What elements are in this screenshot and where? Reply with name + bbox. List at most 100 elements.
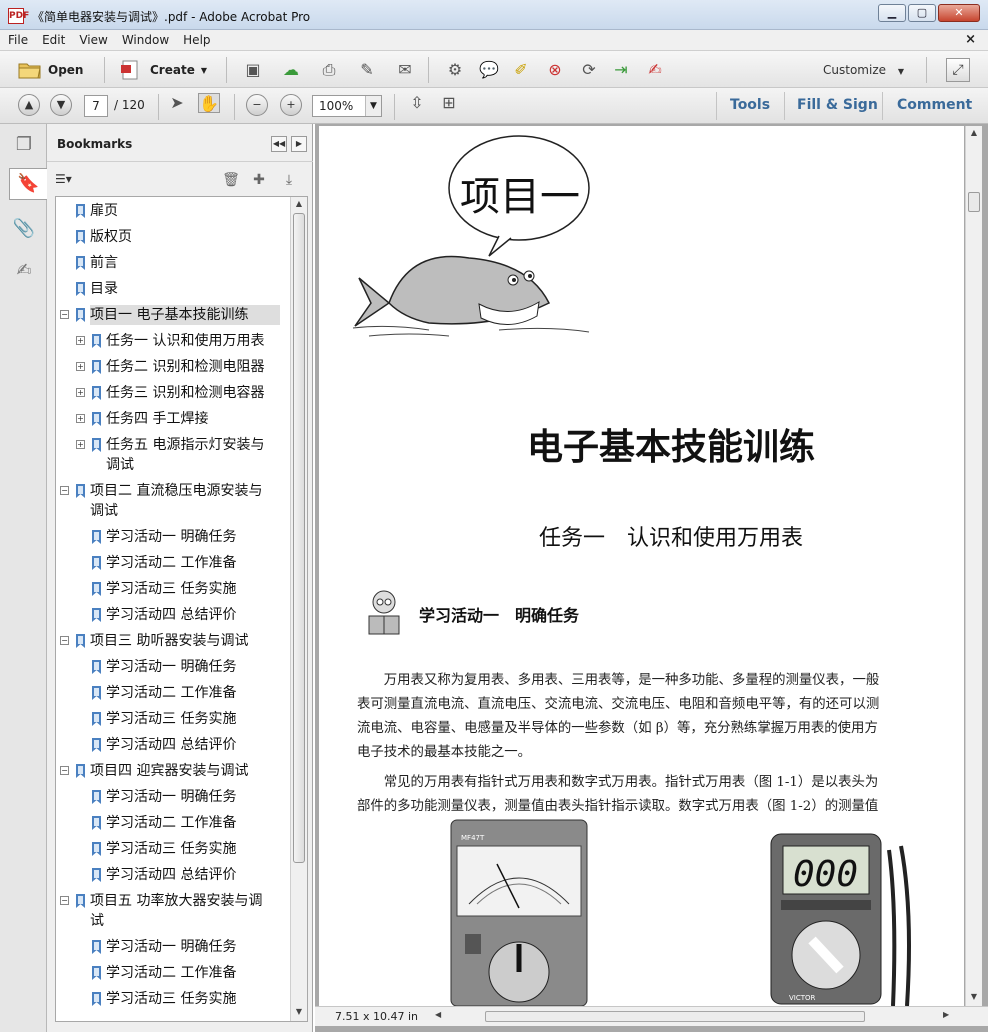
zoom-level-select[interactable]: 100% ▼ (312, 95, 382, 117)
bookmark-icon (76, 484, 85, 498)
collapse-node-icon[interactable]: − (60, 486, 69, 495)
fill-sign-pane-button[interactable]: Fill & Sign (797, 97, 878, 113)
bookmarks-scroll-thumb[interactable] (293, 213, 305, 863)
highlight-icon[interactable]: ✐ (510, 60, 532, 80)
doc-scroll-thumb[interactable] (968, 192, 980, 212)
menu-edit[interactable]: Edit (42, 33, 65, 47)
bookmark-icon (92, 360, 101, 374)
menu-view[interactable]: View (79, 33, 107, 47)
bookmark-icon (92, 842, 101, 856)
expand-node-icon[interactable]: + (76, 440, 85, 449)
save-icon[interactable]: ▣ (242, 60, 264, 80)
zoom-dropdown-icon[interactable]: ▼ (365, 96, 381, 116)
main-toolbar: Open Create ▼ ▣ ☁ ⎙ ✎ ✉ ⚙ 💬 ✐ ⊗ ⟳ ⇥ ✍ Cu… (0, 50, 988, 88)
zoom-in-button[interactable]: + (280, 94, 302, 116)
doc-scroll-up-icon[interactable]: ▲ (966, 126, 982, 140)
bookmark-label: 学习活动三 任务实施 (106, 581, 237, 597)
h-scroll-left-icon[interactable]: ◀ (435, 1010, 441, 1019)
bookmark-label: 版权页 (90, 229, 132, 245)
bookmark-icon (76, 256, 85, 270)
open-button[interactable]: Open (18, 58, 83, 82)
delete-bookmark-icon[interactable]: 🗑 (221, 170, 241, 190)
collapse-node-icon[interactable]: − (60, 896, 69, 905)
collapse-node-icon[interactable]: − (60, 310, 69, 319)
bookmark-icon (92, 334, 101, 348)
bookmark-options-menu-icon[interactable]: ☰▾ (55, 172, 72, 186)
page-number-input[interactable]: 7 (84, 95, 108, 117)
bookmark-icon (92, 816, 101, 830)
previous-page-button[interactable]: ▲ (18, 94, 40, 116)
close-window-button[interactable]: ✕ (938, 4, 980, 22)
fit-page-icon[interactable]: ⇳ (406, 93, 428, 113)
bookmark-icon (92, 412, 101, 426)
analog-multimeter-photo: MF47T (450, 819, 588, 1006)
comment-pane-button[interactable]: Comment (897, 97, 972, 113)
bookmark-label-continued: 调试 (90, 503, 118, 519)
bookmarks-panel-icon[interactable]: 🔖 (9, 168, 47, 200)
sign-icon[interactable]: ✍ (644, 60, 666, 80)
scroll-down-arrow-icon[interactable]: ▼ (291, 1005, 307, 1019)
close-document-icon[interactable]: × (965, 32, 976, 47)
customize-dropdown[interactable]: Customize ▼ (823, 63, 904, 77)
print-icon[interactable]: ⎙ (318, 60, 340, 80)
export-icon[interactable]: ⇥ (610, 60, 632, 80)
tools-pane-button[interactable]: Tools (730, 97, 770, 113)
h-scroll-right-icon[interactable]: ▶ (943, 1010, 949, 1019)
attachments-paperclip-icon[interactable]: 📎 (9, 214, 39, 246)
bookmark-label: 任务五 电源指示灯安装与 (106, 437, 265, 453)
bookmark-icon (92, 712, 101, 726)
cloud-upload-icon[interactable]: ☁ (280, 60, 302, 80)
next-page-button[interactable]: ▼ (50, 94, 72, 116)
doc-scroll-down-icon[interactable]: ▼ (966, 990, 982, 1004)
fit-width-icon[interactable]: ⊞ (438, 93, 460, 113)
collapse-panel-icon[interactable]: ◀◀ (271, 136, 287, 152)
create-button[interactable]: Create ▼ (120, 58, 207, 82)
hand-tool-icon[interactable]: ✋ (198, 93, 220, 113)
expand-node-icon[interactable]: + (76, 414, 85, 423)
sticky-note-icon[interactable]: 💬 (478, 60, 500, 80)
page-thumbnails-icon[interactable]: ❐ (9, 130, 39, 162)
signatures-icon[interactable]: ✍ (9, 256, 39, 288)
fullscreen-expand-icon[interactable]: ⤢ (946, 58, 970, 82)
menu-bar: File Edit View Window Help × (0, 30, 988, 50)
expand-node-icon[interactable]: + (76, 388, 85, 397)
bookmarks-header: Bookmarks ◀◀ ▶ (47, 124, 313, 162)
horizontal-scroll-thumb[interactable] (485, 1011, 865, 1022)
document-view: 项目一 电子基本技能训练 任务一 认识和使用万用表 学习活动一 明确任务 万用表… (315, 124, 988, 1032)
settings-gear-icon[interactable]: ⚙ (444, 60, 466, 80)
select-cursor-icon[interactable]: ➤ (166, 93, 188, 113)
folder-icon (18, 63, 41, 79)
toolbar-separator (226, 57, 227, 83)
collapse-node-icon[interactable]: − (60, 636, 69, 645)
body-paragraph-line: 电子技术的最基本技能之一。 (357, 745, 532, 760)
expand-node-icon[interactable]: + (76, 336, 85, 345)
create-dropdown-icon: ▼ (200, 65, 207, 75)
expand-panel-icon[interactable]: ▶ (291, 136, 307, 152)
minimize-button[interactable]: ▁ (878, 4, 906, 22)
expand-node-icon[interactable]: + (76, 362, 85, 371)
maximize-button[interactable]: ▢ (908, 4, 936, 22)
email-icon[interactable]: ✉ (394, 60, 416, 80)
zoom-out-button[interactable]: − (246, 94, 268, 116)
reading-student-icon (368, 590, 400, 635)
document-vertical-scrollbar[interactable]: ▲ ▼ (965, 126, 982, 1006)
menu-window[interactable]: Window (122, 33, 169, 47)
scroll-up-arrow-icon[interactable]: ▲ (291, 197, 307, 211)
collapse-node-icon[interactable]: − (60, 766, 69, 775)
recognize-text-icon[interactable]: ⟳ (578, 60, 600, 80)
menu-help[interactable]: Help (183, 33, 210, 47)
redact-icon[interactable]: ⊗ (544, 60, 566, 80)
bookmark-icon (76, 230, 85, 244)
bookmark-icon (76, 894, 85, 908)
bookmarks-scrollbar[interactable]: ▲ ▼ (290, 197, 307, 1021)
expand-bookmark-icon[interactable]: ⤓ (279, 170, 299, 190)
bookmark-icon (92, 738, 101, 752)
bookmark-label: 任务三 识别和检测电容器 (106, 385, 265, 401)
bookmark-icon (76, 204, 85, 218)
bookmark-label: 项目四 迎宾器安装与调试 (90, 763, 249, 779)
page-total-label: / 120 (114, 98, 145, 112)
edit-document-icon[interactable]: ✎ (356, 60, 378, 80)
new-bookmark-icon[interactable]: ✚ (249, 170, 269, 190)
menu-file[interactable]: File (8, 33, 28, 47)
body-paragraph-line: 部件的多功能测量仪表，测量值由表头指针指示读取。数字式万用表（图 1-2）的测量… (357, 799, 879, 814)
